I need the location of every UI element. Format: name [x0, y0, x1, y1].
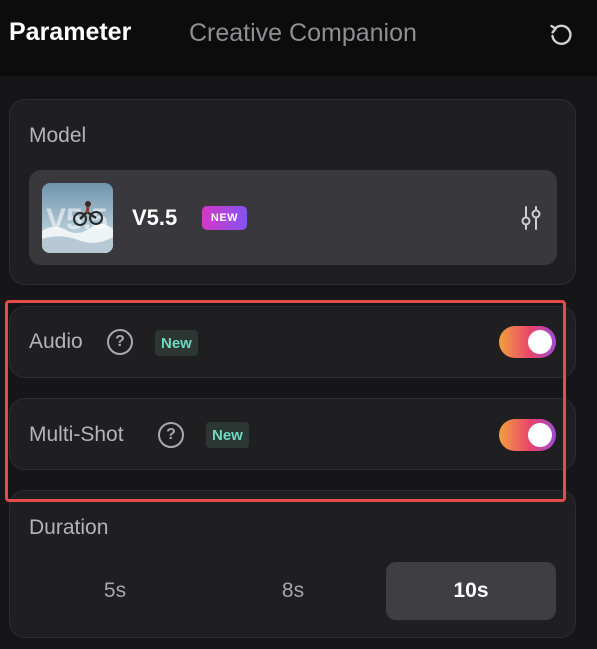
toggle-knob	[528, 330, 552, 354]
model-selector[interactable]: V5.5 V5.5 NEW	[29, 170, 557, 265]
multishot-toggle[interactable]	[499, 419, 556, 451]
audio-toggle[interactable]	[499, 326, 556, 358]
model-card: Model V5.5 V5.5 NEW	[9, 99, 576, 285]
toggle-knob	[528, 423, 552, 447]
model-settings-button[interactable]	[517, 204, 545, 232]
duration-option-10s[interactable]: 10s	[386, 562, 556, 620]
duration-option-8s[interactable]: 8s	[208, 562, 378, 620]
multishot-card: Multi-Shot ? New	[9, 398, 576, 470]
audio-label: Audio	[29, 330, 83, 353]
reset-button[interactable]	[544, 18, 578, 52]
duration-option-5s[interactable]: 5s	[30, 562, 200, 620]
duration-section-label: Duration	[29, 516, 109, 539]
svg-text:V5.5: V5.5	[46, 203, 108, 236]
duration-card: Duration 5s 8s 10s	[9, 490, 576, 638]
tab-parameter[interactable]: Parameter	[9, 18, 131, 47]
sliders-icon	[521, 206, 541, 230]
model-thumbnail: V5.5	[42, 183, 113, 253]
top-bar: Parameter Creative Companion	[0, 0, 597, 76]
question-icon[interactable]: ?	[107, 329, 133, 355]
audio-new-tag: New	[155, 330, 198, 356]
audio-card: Audio ? New	[9, 306, 576, 378]
question-icon[interactable]: ?	[158, 422, 184, 448]
model-section-label: Model	[29, 124, 87, 147]
tab-creative-companion[interactable]: Creative Companion	[189, 19, 417, 48]
reset-icon	[550, 24, 572, 45]
model-name: V5.5	[132, 205, 178, 230]
multishot-new-tag: New	[206, 422, 249, 448]
multishot-label: Multi-Shot	[29, 423, 124, 446]
new-badge: NEW	[202, 206, 247, 230]
